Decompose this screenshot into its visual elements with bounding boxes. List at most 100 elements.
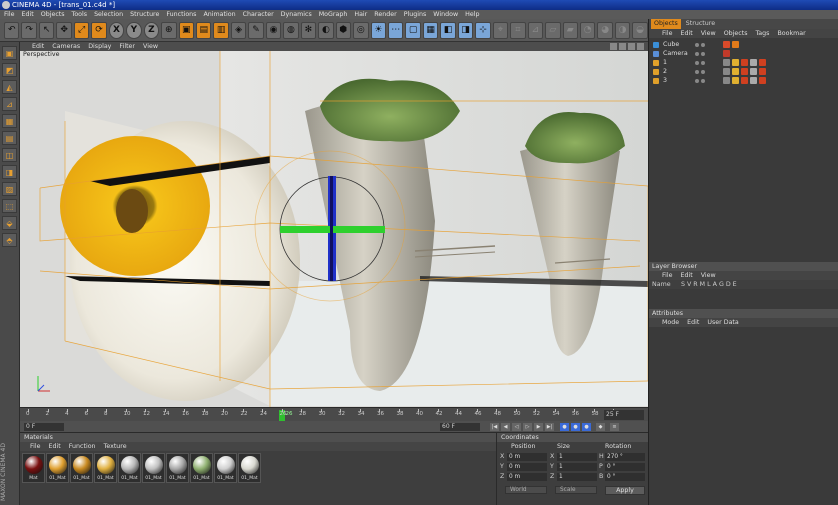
attributes-menu-edit[interactable]: Edit xyxy=(687,318,699,327)
render-visibility-dot[interactable] xyxy=(701,79,705,83)
perspective-viewport[interactable]: Perspective xyxy=(20,51,648,407)
render-visibility-dot[interactable] xyxy=(701,52,705,56)
position-z-field[interactable]: 0 m xyxy=(507,473,547,481)
menu-plugins[interactable]: Plugins xyxy=(404,10,427,19)
material-swatch[interactable]: Mat xyxy=(22,453,45,483)
object-row[interactable]: 1 xyxy=(653,58,837,67)
frame-ruler[interactable]: 0 2 4 6 8 10 12 14 16 18 20 22 24 26 28 30 32 34 36 38 40 42 4… xyxy=(24,409,619,421)
object-menu-file[interactable]: File xyxy=(662,29,673,38)
object-menu-objects[interactable]: Objects xyxy=(724,29,748,38)
go-to-start-button[interactable]: |◀ xyxy=(490,423,499,431)
record-rotation-button[interactable]: ● xyxy=(582,423,591,431)
tag-icon[interactable] xyxy=(732,77,739,84)
tag-icon[interactable] xyxy=(759,77,766,84)
timeline-ruler[interactable]: 0 2 4 6 8 10 12 14 16 18 20 22 24 26 28 30 32 34 36 38 40 42 4… xyxy=(20,407,648,421)
rotate-icon[interactable]: ⟳ xyxy=(91,21,107,39)
object-menu-tags[interactable]: Tags xyxy=(756,29,770,38)
material-swatch[interactable]: 01_Mat xyxy=(214,453,237,483)
visibility-dot[interactable] xyxy=(695,43,699,47)
render-visibility-dot[interactable] xyxy=(701,70,705,74)
orbit-icon[interactable] xyxy=(628,43,635,50)
spline-pen-icon[interactable]: ✎ xyxy=(248,21,264,39)
menu-file[interactable]: File xyxy=(4,10,15,19)
snap-icon[interactable]: ⌗ xyxy=(510,21,526,39)
scale-icon[interactable]: ⤢ xyxy=(73,21,90,39)
menu-selection[interactable]: Selection xyxy=(94,10,123,19)
menu-mograph[interactable]: MoGraph xyxy=(319,10,348,19)
tab-objects[interactable]: Objects xyxy=(651,19,681,29)
material-swatch[interactable]: 01_Mat xyxy=(70,453,93,483)
rotation-p-field[interactable]: 0 ° xyxy=(605,463,645,471)
viewport-menu-edit[interactable]: Edit xyxy=(32,42,44,51)
sculpt-tool-icon[interactable]: ⬚ xyxy=(2,199,17,213)
menu-edit[interactable]: Edit xyxy=(22,10,34,19)
size-y-field[interactable]: 1 xyxy=(557,463,597,471)
tag-icon[interactable] xyxy=(741,59,748,66)
render-picture-viewer-icon[interactable]: ▤ xyxy=(195,21,212,39)
layer-menu-edit[interactable]: Edit xyxy=(681,271,693,280)
edit-render-settings-icon[interactable]: ▥ xyxy=(213,21,229,39)
tag-icon[interactable] xyxy=(759,59,766,66)
coordinate-system-icon[interactable]: ⊕ xyxy=(161,21,177,39)
tab-structure[interactable]: Structure xyxy=(683,19,718,29)
model-mode-icon[interactable]: ◧ xyxy=(440,21,456,39)
visibility-dot[interactable] xyxy=(695,52,699,56)
visibility-dot[interactable] xyxy=(695,61,699,65)
material-menu-function[interactable]: Function xyxy=(69,442,96,451)
tag-icon[interactable] xyxy=(750,59,757,66)
texture-tool-icon[interactable]: ⊿ xyxy=(2,97,17,111)
edges-mode-icon[interactable]: ▢ xyxy=(405,21,421,39)
pan-icon[interactable] xyxy=(610,43,617,50)
zoom-icon[interactable] xyxy=(619,43,626,50)
record-position-button[interactable]: ● xyxy=(560,423,569,431)
object-row[interactable]: Camera xyxy=(653,49,837,58)
polygon-tool-icon[interactable]: ◭ xyxy=(2,80,17,94)
material-swatch[interactable]: 01_Mat xyxy=(166,453,189,483)
material-swatch[interactable]: 01_Mat xyxy=(94,453,117,483)
texture-mode-icon[interactable]: ◨ xyxy=(457,21,474,39)
object-menu-view[interactable]: View xyxy=(701,29,716,38)
edge-tool-icon[interactable]: ◫ xyxy=(2,148,17,162)
magnet-tool-icon[interactable]: ⬙ xyxy=(2,216,17,230)
layout-tool-icon[interactable]: ⬘ xyxy=(2,233,17,247)
particle-icon[interactable]: ✻ xyxy=(300,21,317,39)
uv-tool-icon[interactable]: ▨ xyxy=(2,182,17,196)
play-button[interactable]: ▷ xyxy=(523,423,532,431)
render-visibility-dot[interactable] xyxy=(701,43,705,47)
tag-icon[interactable] xyxy=(732,41,739,48)
menu-animation[interactable]: Animation xyxy=(203,10,235,19)
visibility-dot[interactable] xyxy=(695,79,699,83)
start-frame-field[interactable]: 0 F xyxy=(24,423,64,431)
attributes-menu-user-data[interactable]: User Data xyxy=(707,318,738,327)
scene-icon[interactable]: ⬢ xyxy=(335,21,352,39)
tag-icon[interactable] xyxy=(750,77,757,84)
array-icon[interactable]: ◍ xyxy=(283,21,299,39)
tag-icon[interactable] xyxy=(723,41,730,48)
tag-icon[interactable] xyxy=(741,68,748,75)
size-mode-select[interactable]: Scale xyxy=(555,486,597,494)
object-row[interactable]: Cube xyxy=(653,40,837,49)
z-axis-icon[interactable]: Z xyxy=(143,21,160,39)
redo-icon[interactable]: ↷ xyxy=(21,21,37,39)
workplane-icon[interactable]: ▱ xyxy=(545,21,561,39)
menu-functions[interactable]: Functions xyxy=(166,10,196,19)
viewport-menu-filter[interactable]: Filter xyxy=(119,42,135,51)
model-tool-icon[interactable]: ▣ xyxy=(2,46,17,60)
object-row[interactable]: 2 xyxy=(653,67,837,76)
cube-icon[interactable]: ◈ xyxy=(230,21,247,39)
menu-tools[interactable]: Tools xyxy=(72,10,88,19)
axis-mode-icon[interactable]: ⊹ xyxy=(475,21,491,39)
render-view-icon[interactable]: ▣ xyxy=(178,21,194,39)
viewport-menu-cameras[interactable]: Cameras xyxy=(52,42,80,51)
viewport-menu-view[interactable]: View xyxy=(143,42,158,51)
layer-menu-file[interactable]: File xyxy=(662,271,673,280)
menu-objects[interactable]: Objects xyxy=(41,10,65,19)
menu-help[interactable]: Help xyxy=(465,10,479,19)
polygons-mode-icon[interactable]: ▦ xyxy=(422,21,439,39)
maximize-icon[interactable] xyxy=(637,43,644,50)
menu-character[interactable]: Character xyxy=(243,10,274,19)
material-swatch[interactable]: 01_Mat xyxy=(46,453,69,483)
object-tool-icon[interactable]: ◩ xyxy=(2,63,17,77)
material-swatch[interactable]: 01_Mat xyxy=(190,453,213,483)
x-axis-icon[interactable]: X xyxy=(108,21,125,39)
